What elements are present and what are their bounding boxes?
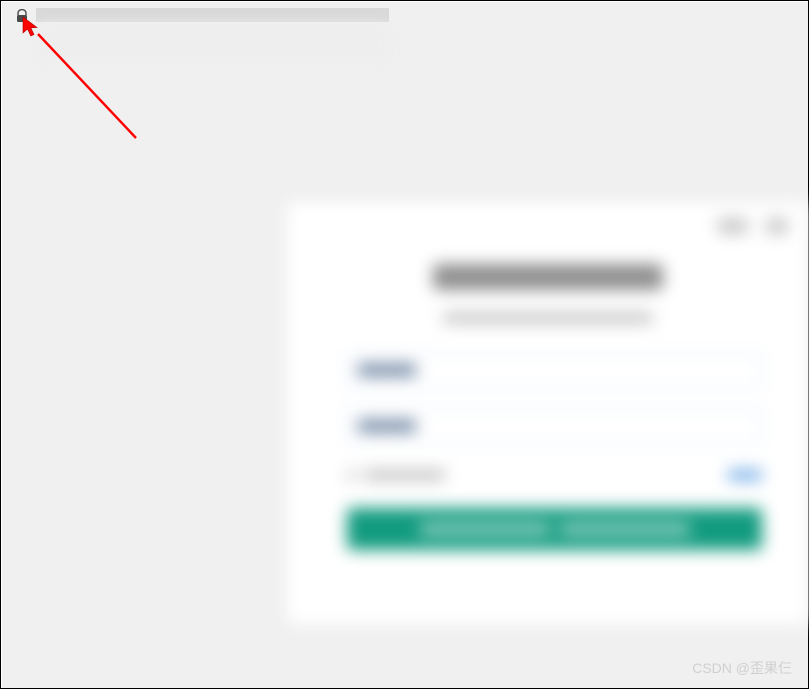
browser-viewport: CSDN @歪果仨 xyxy=(2,2,808,688)
button-text-right xyxy=(560,523,690,535)
top-link[interactable] xyxy=(718,218,748,234)
input-row-2[interactable] xyxy=(347,408,762,444)
address-bar-obscured[interactable] xyxy=(36,8,389,22)
screenshot-frame: CSDN @歪果仨 xyxy=(0,0,809,689)
input-row-1[interactable] xyxy=(347,352,762,388)
remember-option[interactable] xyxy=(347,470,445,480)
cursor-icon xyxy=(22,16,40,38)
input-label xyxy=(358,364,416,376)
login-panel-blurred xyxy=(287,202,808,624)
input-label xyxy=(358,420,416,432)
top-link[interactable] xyxy=(766,218,788,234)
button-text-left xyxy=(420,523,550,535)
submit-button[interactable] xyxy=(347,508,762,550)
help-link[interactable] xyxy=(728,470,762,480)
option-text xyxy=(365,470,445,480)
panel-subtitle xyxy=(287,310,808,328)
panel-title xyxy=(287,264,808,295)
radio-icon xyxy=(347,470,357,480)
panel-top-links xyxy=(718,218,788,234)
address-dropdown-blur xyxy=(36,24,389,60)
options-row xyxy=(347,464,762,486)
watermark-text: CSDN @歪果仨 xyxy=(692,658,792,678)
